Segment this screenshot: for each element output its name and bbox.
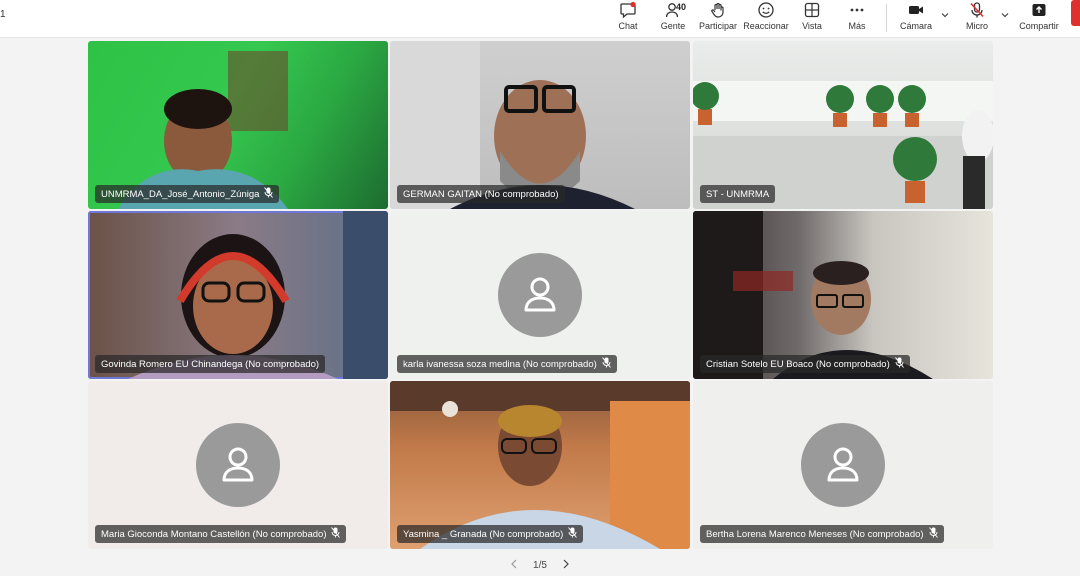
participant-name: Cristian Sotelo EU Boaco (No comprobado) bbox=[706, 358, 890, 370]
participant-name: Bertha Lorena Marenco Meneses (No compro… bbox=[706, 528, 924, 540]
participant-name-label: Bertha Lorena Marenco Meneses (No compro… bbox=[700, 525, 944, 543]
mic-muted-icon bbox=[331, 527, 341, 541]
window-page-indicator: 1 bbox=[0, 9, 6, 20]
participants-count-badge: 40 bbox=[676, 2, 687, 12]
mic-muted-icon bbox=[894, 357, 904, 371]
participant-name: ST - UNMRMA bbox=[706, 188, 770, 200]
participant-video bbox=[693, 81, 993, 209]
view-label: Vista bbox=[802, 21, 822, 31]
next-page-button[interactable] bbox=[561, 559, 570, 572]
participant-tile[interactable]: Maria Gioconda Montano Castellón (No com… bbox=[88, 381, 388, 549]
share-button[interactable]: Compartir bbox=[1017, 0, 1061, 38]
chat-bubble-icon bbox=[619, 1, 637, 19]
participant-video bbox=[118, 51, 288, 209]
camera-label: Cámara bbox=[899, 21, 932, 31]
participant-name-label: GERMAN GAITAN (No comprobado) bbox=[397, 185, 565, 203]
participant-tile[interactable]: Bertha Lorena Marenco Meneses (No compro… bbox=[693, 381, 993, 549]
camera-button[interactable]: Cámara bbox=[898, 0, 934, 38]
react-label: Reaccionar bbox=[743, 21, 789, 31]
participant-name-label: Govinda Romero EU Chinandega (No comprob… bbox=[95, 355, 326, 373]
participant-name-label: karla ivanessa soza medina (No comprobad… bbox=[397, 355, 617, 373]
participant-video bbox=[390, 381, 690, 549]
user-placeholder-icon bbox=[524, 277, 556, 312]
avatar bbox=[801, 423, 885, 507]
chat-label: Chat bbox=[618, 21, 638, 31]
mic-muted-icon bbox=[264, 187, 274, 201]
previous-page-button[interactable] bbox=[510, 559, 519, 572]
participant-name: karla ivanessa soza medina (No comprobad… bbox=[403, 358, 597, 370]
stop-edge-button[interactable] bbox=[1071, 0, 1080, 26]
share-label: Compartir bbox=[1019, 21, 1059, 31]
mic-button[interactable]: Micro bbox=[964, 0, 990, 38]
participant-name-label: ST - UNMRMA bbox=[700, 185, 776, 203]
chat-button[interactable]: Chat bbox=[614, 0, 642, 38]
react-button[interactable]: Reaccionar bbox=[743, 0, 789, 38]
participant-tile[interactable]: karla ivanessa soza medina (No comprobad… bbox=[390, 211, 690, 379]
participant-name: Maria Gioconda Montano Castellón (No com… bbox=[101, 528, 327, 540]
participant-name: GERMAN GAITAN (No comprobado) bbox=[403, 188, 559, 200]
chevron-right-icon bbox=[563, 559, 569, 568]
participant-name-label: UNMRMA_DA_José_Antonio_Zúniga bbox=[95, 185, 280, 203]
raise-hand-label: Participar bbox=[698, 21, 737, 31]
mic-muted-icon bbox=[928, 527, 938, 541]
video-camera-icon bbox=[907, 1, 925, 19]
grid-icon bbox=[803, 1, 821, 19]
participant-tile-active-speaker[interactable]: Govinda Romero EU Chinandega (No comprob… bbox=[88, 211, 388, 379]
mic-label: Micro bbox=[966, 21, 988, 31]
mic-muted-icon bbox=[568, 527, 578, 541]
participants-label: Gente bbox=[660, 21, 686, 31]
mic-muted-icon bbox=[601, 357, 611, 371]
gallery-pager: 1/5 bbox=[510, 556, 570, 574]
chevron-left-icon bbox=[511, 559, 517, 568]
smiley-icon bbox=[757, 1, 775, 19]
view-button[interactable]: Vista bbox=[799, 0, 825, 38]
participant-name-label: Yasmina _ Granada (No comprobado) bbox=[397, 525, 584, 543]
toolbar-divider bbox=[886, 4, 887, 32]
participant-video bbox=[693, 211, 933, 379]
participant-tile[interactable]: ST - UNMRMA bbox=[693, 41, 993, 209]
page-indicator: 1/5 bbox=[533, 559, 547, 571]
camera-options-caret[interactable] bbox=[940, 10, 950, 20]
raise-hand-button[interactable]: Participar bbox=[697, 0, 739, 38]
participant-name: Govinda Romero EU Chinandega (No comprob… bbox=[101, 358, 320, 370]
ellipsis-icon bbox=[848, 1, 866, 19]
meeting-toolbar: 1 Chat Gente 40 Participar Reaccionar Vi… bbox=[0, 0, 1080, 38]
participant-video bbox=[128, 211, 388, 379]
avatar bbox=[196, 423, 280, 507]
user-placeholder-icon bbox=[222, 447, 254, 482]
participant-name: Yasmina _ Granada (No comprobado) bbox=[403, 528, 564, 540]
participant-tile[interactable]: Cristian Sotelo EU Boaco (No comprobado) bbox=[693, 211, 993, 379]
hand-icon bbox=[709, 1, 727, 19]
participant-name: UNMRMA_DA_José_Antonio_Zúniga bbox=[101, 188, 260, 200]
participant-tile[interactable]: Yasmina _ Granada (No comprobado) bbox=[390, 381, 690, 549]
participant-tile[interactable]: UNMRMA_DA_José_Antonio_Zúniga bbox=[88, 41, 388, 209]
more-button[interactable]: Más bbox=[845, 0, 869, 38]
avatar bbox=[498, 253, 582, 337]
more-label: Más bbox=[848, 21, 866, 31]
mic-options-caret[interactable] bbox=[1000, 10, 1010, 20]
user-placeholder-icon bbox=[827, 447, 859, 482]
participant-name-label: Maria Gioconda Montano Castellón (No com… bbox=[95, 525, 347, 543]
share-upload-icon bbox=[1030, 1, 1048, 19]
participant-tile[interactable]: GERMAN GAITAN (No comprobado) bbox=[390, 41, 690, 209]
participant-video bbox=[390, 41, 635, 209]
participant-name-label: Cristian Sotelo EU Boaco (No comprobado) bbox=[700, 355, 910, 373]
microphone-muted-icon bbox=[968, 1, 986, 19]
